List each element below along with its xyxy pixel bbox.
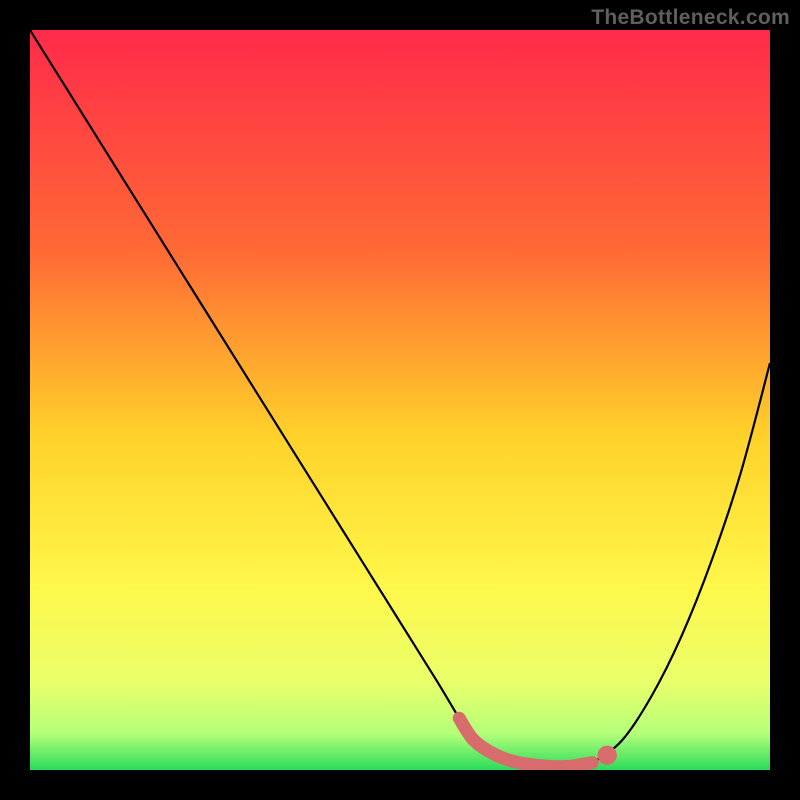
optimal-point-marker bbox=[598, 746, 617, 765]
gradient-background bbox=[30, 30, 770, 770]
chart-svg bbox=[30, 30, 770, 770]
watermark-label: TheBottleneck.com bbox=[591, 6, 790, 30]
chart-frame: TheBottleneck.com bbox=[0, 0, 800, 800]
chart-plot-area bbox=[30, 30, 770, 770]
